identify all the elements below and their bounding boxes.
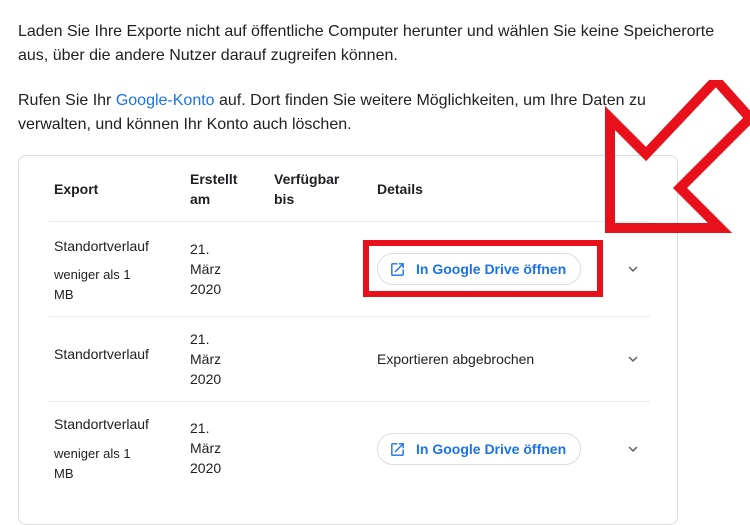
header-verfuegbar: Verfügbar bis	[274, 171, 340, 207]
chevron-down-icon[interactable]	[624, 350, 642, 368]
row-divider	[49, 316, 650, 317]
row2-status: Exportieren abgebrochen	[377, 351, 535, 367]
row3-date: 21. März 2020	[190, 420, 222, 476]
chevron-down-icon[interactable]	[624, 440, 642, 458]
row2-date: 21. März 2020	[190, 331, 222, 387]
open-in-drive-button[interactable]: In Google Drive öffnen	[377, 433, 581, 465]
annotation-arrow-icon	[605, 80, 750, 233]
annotation-highlight-box	[363, 240, 603, 297]
row1-size: weniger als 1 MB	[54, 267, 131, 302]
header-divider	[49, 221, 650, 222]
header-export: Export	[54, 181, 99, 197]
header-erstellt: Erstellt am	[190, 171, 238, 207]
row2-name: Standortverlauf	[54, 346, 149, 362]
export-warning-text: Laden Sie Ihre Exporte nicht auf öffentl…	[18, 23, 715, 64]
google-konto-link[interactable]: Google-Konto	[116, 92, 215, 109]
row3-name: Standortverlauf	[54, 416, 149, 432]
account-info-prefix: Rufen Sie Ihr	[18, 92, 116, 109]
open-in-new-icon	[389, 441, 406, 458]
open-in-drive-label: In Google Drive öffnen	[416, 441, 567, 457]
chevron-down-icon[interactable]	[624, 260, 642, 278]
row3-size: weniger als 1 MB	[54, 446, 131, 481]
row-divider	[49, 401, 650, 402]
row1-date: 21. März 2020	[190, 241, 222, 297]
header-details: Details	[377, 181, 423, 197]
row1-name: Standortverlauf	[54, 238, 149, 254]
